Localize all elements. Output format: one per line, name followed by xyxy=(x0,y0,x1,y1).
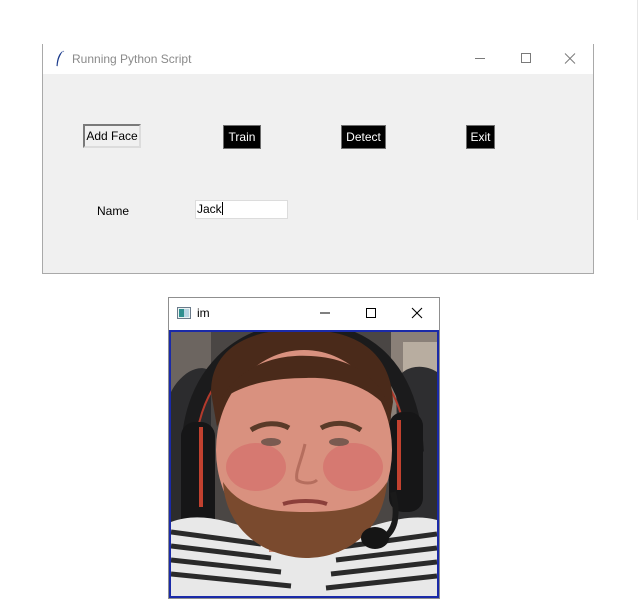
main-window-titlebar[interactable]: Running Python Script xyxy=(43,44,593,74)
image-minimize-button[interactable] xyxy=(303,298,347,330)
opencv-window-icon xyxy=(177,306,191,319)
minimize-icon xyxy=(475,58,485,59)
feather-icon xyxy=(55,50,65,68)
main-window: Running Python Script Add Face Train Det… xyxy=(42,44,594,274)
close-icon xyxy=(564,53,576,64)
image-close-button[interactable] xyxy=(395,298,439,330)
name-label: Name xyxy=(97,204,130,218)
image-maximize-button[interactable] xyxy=(349,298,393,330)
image-window-title: im xyxy=(197,306,210,320)
maximize-icon xyxy=(366,308,376,318)
maximize-button[interactable] xyxy=(503,44,549,74)
main-window-body: Add Face Train Detect Exit Name Jack xyxy=(43,74,593,273)
webcam-frame xyxy=(169,330,439,598)
window-title: Running Python Script xyxy=(72,52,192,66)
detect-button[interactable]: Detect xyxy=(341,125,386,149)
close-icon xyxy=(411,307,423,319)
face-image xyxy=(171,332,437,596)
minimize-button[interactable] xyxy=(457,44,503,74)
name-input-value: Jack xyxy=(197,202,222,216)
maximize-icon xyxy=(521,53,531,63)
train-button[interactable]: Train xyxy=(223,125,261,149)
close-button[interactable] xyxy=(547,44,593,74)
text-cursor xyxy=(221,202,223,215)
name-input[interactable]: Jack xyxy=(195,200,288,219)
image-window-titlebar[interactable]: im xyxy=(169,298,439,330)
image-window: im xyxy=(168,297,440,599)
add-face-button[interactable]: Add Face xyxy=(83,124,141,148)
desktop-edge xyxy=(637,0,638,220)
minimize-icon xyxy=(320,312,330,314)
exit-button[interactable]: Exit xyxy=(466,125,495,149)
